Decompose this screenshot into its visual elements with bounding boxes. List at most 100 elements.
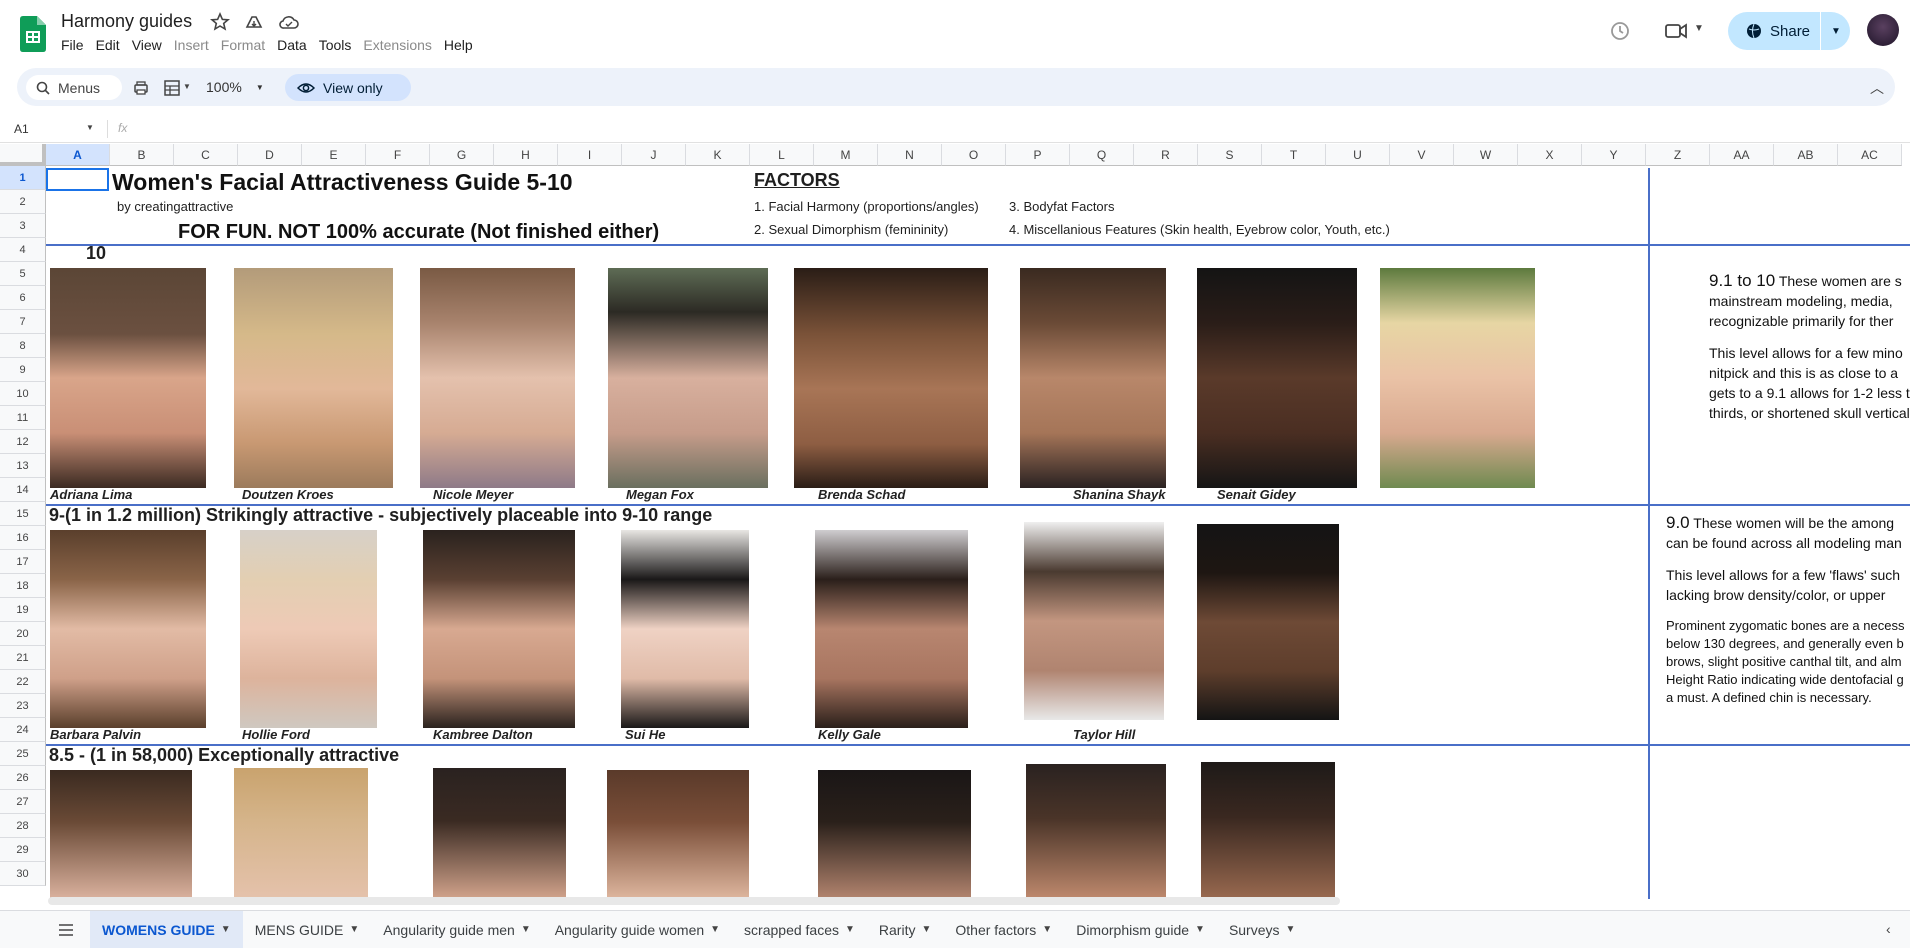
portrait-photo[interactable] [433,768,566,899]
chevron-down-icon[interactable]: ▼ [349,924,359,935]
menu-format[interactable]: Format [221,37,275,53]
row-header[interactable]: 17 [0,550,46,574]
portrait-photo[interactable] [608,268,768,488]
row-header[interactable]: 7 [0,310,46,334]
chevron-down-icon[interactable]: ▼ [1042,924,1052,935]
column-header[interactable]: D [238,144,302,166]
menu-help[interactable]: Help [444,37,483,53]
portrait-photo[interactable] [815,530,968,728]
portrait-photo[interactable] [794,268,988,488]
column-header[interactable]: B [110,144,174,166]
column-header[interactable]: T [1262,144,1326,166]
menus-search[interactable]: Menus [26,75,122,100]
portrait-photo[interactable] [420,268,575,488]
move-to-drive-icon[interactable] [244,12,264,32]
selected-cell[interactable] [46,168,109,191]
chevron-down-icon[interactable]: ▼ [921,924,931,935]
share-dropdown[interactable]: ▼ [1820,12,1851,50]
tab-angularity-women[interactable]: Angularity guide women ▼ [543,911,732,948]
row-header[interactable]: 15 [0,502,46,526]
chevron-down-icon[interactable]: ▼ [845,924,855,935]
column-header[interactable]: U [1326,144,1390,166]
print-icon[interactable] [133,80,149,96]
row-header[interactable]: 28 [0,814,46,838]
menu-file[interactable]: File [61,37,94,53]
tab-womens-guide[interactable]: WOMENS GUIDE ▼ [90,911,243,948]
row-header[interactable]: 24 [0,718,46,742]
chevron-down-icon[interactable]: ▼ [710,924,720,935]
row-header[interactable]: 14 [0,478,46,502]
column-header[interactable]: M [814,144,878,166]
portrait-photo[interactable] [1380,268,1535,488]
row-header[interactable]: 4 [0,238,46,262]
version-history-icon[interactable] [1609,20,1631,42]
portrait-photo[interactable] [607,770,749,899]
cloud-saved-icon[interactable] [278,12,300,32]
row-header[interactable]: 11 [0,406,46,430]
column-header[interactable]: C [174,144,238,166]
column-header[interactable]: L [750,144,814,166]
chevron-down-icon[interactable]: ▼ [521,924,531,935]
row-header[interactable]: 27 [0,790,46,814]
chevron-down-icon[interactable]: ▼ [1195,924,1205,935]
tab-mens-guide[interactable]: MENS GUIDE ▼ [243,911,372,948]
row-header[interactable]: 13 [0,454,46,478]
row-header[interactable]: 3 [0,214,46,238]
portrait-photo[interactable] [234,768,368,899]
row-header[interactable]: 25 [0,742,46,766]
collapse-toolbar-icon[interactable]: ︿ [1870,78,1884,98]
row-header[interactable]: 18 [0,574,46,598]
row-header[interactable]: 16 [0,526,46,550]
row-header[interactable]: 5 [0,262,46,286]
tab-other-factors[interactable]: Other factors ▼ [943,911,1064,948]
tab-surveys[interactable]: Surveys ▼ [1217,911,1307,948]
chevron-left-icon[interactable]: ‹ [1886,921,1891,937]
star-icon[interactable] [210,12,230,32]
row-header[interactable]: 30 [0,862,46,886]
row-header[interactable]: 23 [0,694,46,718]
column-header[interactable]: A [46,144,110,166]
portrait-photo[interactable] [818,770,971,899]
avatar[interactable] [1867,14,1899,46]
row-header[interactable]: 1 [0,166,46,190]
row-header[interactable]: 29 [0,838,46,862]
menu-data[interactable]: Data [277,37,317,53]
column-header[interactable]: Q [1070,144,1134,166]
column-header[interactable]: Z [1646,144,1710,166]
column-header[interactable]: K [686,144,750,166]
column-header[interactable]: R [1134,144,1198,166]
portrait-photo[interactable] [621,530,749,728]
row-header[interactable]: 12 [0,430,46,454]
row-header[interactable]: 20 [0,622,46,646]
menu-edit[interactable]: Edit [96,37,130,53]
column-header[interactable]: H [494,144,558,166]
column-header[interactable]: W [1454,144,1518,166]
portrait-photo[interactable] [50,530,206,728]
column-header[interactable]: AB [1774,144,1838,166]
portrait-photo[interactable] [50,268,206,488]
zoom-select[interactable]: 100% ▼ [206,79,264,95]
menu-insert[interactable]: Insert [174,37,219,53]
row-header[interactable]: 22 [0,670,46,694]
column-header[interactable]: Y [1582,144,1646,166]
column-header[interactable]: F [366,144,430,166]
horizontal-scrollbar[interactable] [48,897,1340,905]
portrait-photo[interactable] [1197,268,1357,488]
row-header[interactable]: 9 [0,358,46,382]
row-header[interactable]: 6 [0,286,46,310]
tab-rarity[interactable]: Rarity ▼ [867,911,943,948]
row-header[interactable]: 8 [0,334,46,358]
name-box[interactable]: A1 [14,122,29,136]
menu-extensions[interactable]: Extensions [363,37,441,53]
column-header[interactable]: O [942,144,1006,166]
column-header[interactable]: X [1518,144,1582,166]
chevron-down-icon[interactable]: ▼ [221,924,231,935]
column-header[interactable]: N [878,144,942,166]
table-format-button[interactable]: ▼ [163,79,193,97]
row-header[interactable]: 21 [0,646,46,670]
portrait-photo[interactable] [1026,764,1166,899]
select-all-corner[interactable] [0,144,46,166]
portrait-photo[interactable] [1197,524,1339,720]
row-header[interactable]: 19 [0,598,46,622]
view-only-badge[interactable]: View only [285,74,411,101]
